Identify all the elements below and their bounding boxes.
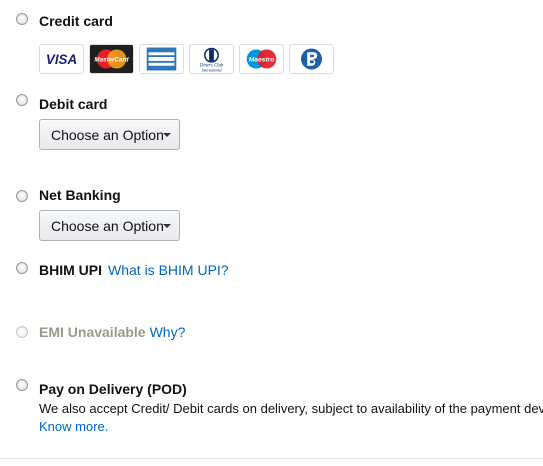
bhim-upi-label[interactable]: BHIM UPI What is BHIM UPI? bbox=[39, 262, 229, 278]
net-banking-label[interactable]: Net Banking bbox=[39, 187, 121, 203]
diners-sub-text: International bbox=[200, 68, 221, 72]
debit-card-select[interactable]: Choose an Option bbox=[39, 119, 180, 150]
bhim-upi-radio[interactable] bbox=[16, 262, 28, 274]
diners-club-icon: Diners Club International bbox=[189, 44, 234, 74]
net-banking-select-value: Choose an Option bbox=[51, 217, 164, 234]
divider bbox=[0, 458, 543, 459]
credit-card-radio[interactable] bbox=[16, 13, 28, 25]
amex-icon bbox=[139, 44, 184, 74]
emi-label: EMI Unavailable Why? bbox=[39, 324, 185, 340]
emi-why-link[interactable]: Why? bbox=[150, 324, 186, 340]
visa-icon: VISA bbox=[39, 44, 84, 74]
pod-know-more-link[interactable]: Know more. bbox=[39, 419, 108, 434]
bhim-upi-info-link[interactable]: What is BHIM UPI? bbox=[108, 262, 229, 278]
bhim-upi-text: BHIM UPI bbox=[39, 262, 102, 278]
mastercard-icon: MasterCard bbox=[89, 44, 134, 74]
chevron-down-icon bbox=[163, 224, 171, 228]
pod-label[interactable]: Pay on Delivery (POD) bbox=[39, 381, 187, 397]
maestro-icon: Maestro bbox=[239, 44, 284, 74]
maestro-text: Maestro bbox=[249, 56, 275, 63]
card-logos: VISA MasterCard Diners Club Internationa… bbox=[39, 44, 334, 74]
net-banking-radio[interactable] bbox=[16, 190, 28, 202]
emi-text: EMI Unavailable bbox=[39, 324, 146, 340]
mastercard-text: MasterCard bbox=[94, 56, 128, 63]
pod-description: We also accept Credit/ Debit cards on de… bbox=[39, 401, 543, 416]
pod-radio[interactable] bbox=[16, 379, 28, 391]
visa-text: VISA bbox=[46, 52, 77, 67]
rupay-icon bbox=[289, 44, 334, 74]
debit-card-radio[interactable] bbox=[16, 94, 28, 106]
emi-radio bbox=[16, 326, 28, 338]
net-banking-select[interactable]: Choose an Option bbox=[39, 210, 180, 241]
credit-card-label[interactable]: Credit card bbox=[39, 13, 113, 29]
debit-card-label[interactable]: Debit card bbox=[39, 96, 107, 112]
chevron-down-icon bbox=[163, 133, 171, 137]
debit-card-select-value: Choose an Option bbox=[51, 126, 164, 143]
